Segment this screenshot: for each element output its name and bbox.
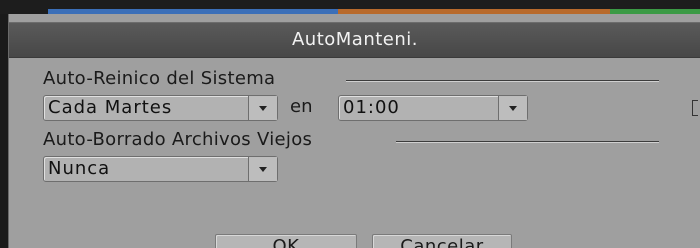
delete-files-value: Nunca [48, 158, 111, 179]
auto-reboot-divider [346, 80, 659, 82]
auto-delete-divider [396, 141, 659, 143]
reboot-connector-text: en [290, 96, 313, 117]
chevron-down-icon [509, 106, 517, 111]
screen: AutoManteni. Auto-Reinico del Sistema Ca… [0, 0, 700, 248]
reboot-time-value: 01:00 [343, 97, 400, 118]
delete-files-dropdown-button[interactable] [248, 157, 277, 181]
reboot-day-dropdown-button[interactable] [248, 96, 277, 120]
top-color-bar [0, 0, 700, 14]
auto-maintenance-dialog: AutoManteni. Auto-Reinico del Sistema Ca… [8, 14, 700, 248]
dialog-title: AutoManteni. [291, 29, 419, 50]
delete-files-select[interactable]: Nunca [43, 156, 278, 182]
reboot-day-select[interactable]: Cada Martes [43, 95, 278, 121]
reboot-time-dropdown-button[interactable] [498, 96, 527, 120]
reboot-day-value: Cada Martes [48, 97, 173, 118]
auto-reboot-label: Auto-Reinico del Sistema [43, 68, 276, 89]
edge-bracket-mark [692, 100, 698, 116]
auto-delete-label: Auto-Borrado Archivos Viejos [43, 129, 313, 150]
ok-button[interactable]: OK [215, 234, 357, 248]
chevron-down-icon [259, 106, 267, 111]
reboot-time-select[interactable]: 01:00 [338, 95, 528, 121]
cancel-button[interactable]: Cancelar [372, 234, 512, 248]
chevron-down-icon [259, 167, 267, 172]
dialog-titlebar: AutoManteni. [9, 22, 700, 58]
